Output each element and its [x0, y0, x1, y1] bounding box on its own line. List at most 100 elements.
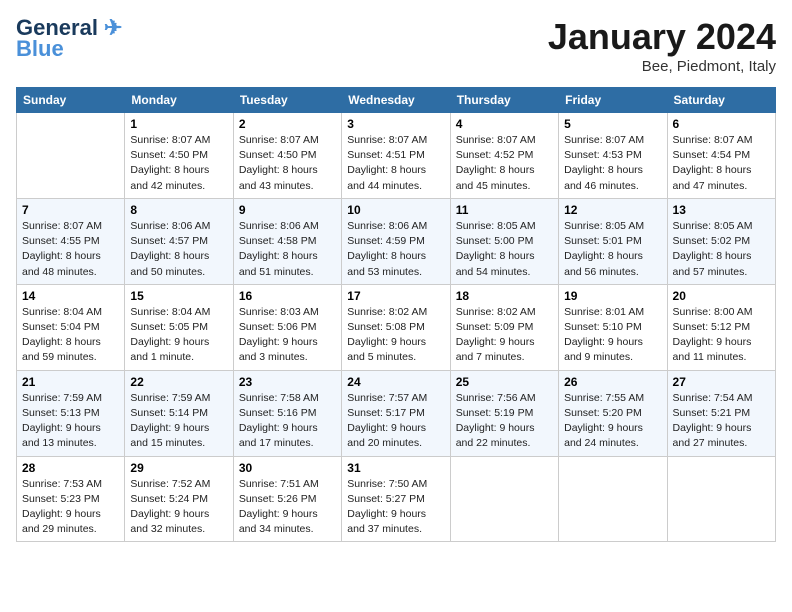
- calendar-cell: 3Sunrise: 8:07 AMSunset: 4:51 PMDaylight…: [342, 113, 450, 199]
- calendar-cell: 6 Sunrise: 8:07 AMSunset: 4:54 PMDaylight…: [667, 113, 775, 199]
- day-info: Sunrise: 8:07 AMSunset: 4:55 PMDaylight:…: [22, 219, 119, 280]
- day-number: 19: [564, 289, 661, 303]
- day-info: Sunrise: 8:07 AMSunset: 4:50 PMDaylight:…: [239, 133, 336, 194]
- day-info: Sunrise: 8:06 AMSunset: 4:57 PMDaylight:…: [130, 219, 227, 280]
- col-tuesday: Tuesday: [233, 88, 341, 113]
- calendar-cell: 22Sunrise: 7:59 AMSunset: 5:14 PMDayligh…: [125, 370, 233, 456]
- day-info: Sunrise: 8:06 AMSunset: 4:58 PMDaylight:…: [239, 219, 336, 280]
- day-info: Sunrise: 7:50 AMSunset: 5:27 PMDaylight:…: [347, 477, 444, 538]
- day-info: Sunrise: 7:57 AMSunset: 5:17 PMDaylight:…: [347, 391, 444, 452]
- calendar-cell: 1Sunrise: 8:07 AMSunset: 4:50 PMDaylight…: [125, 113, 233, 199]
- day-info: Sunrise: 7:52 AMSunset: 5:24 PMDaylight:…: [130, 477, 227, 538]
- calendar-cell: 18 Sunrise: 8:02 AMSunset: 5:09 PMDayligh…: [450, 284, 558, 370]
- calendar-cell: 12 Sunrise: 8:05 AMSunset: 5:01 PMDayligh…: [559, 198, 667, 284]
- calendar-subtitle: Bee, Piedmont, Italy: [548, 58, 776, 75]
- day-info: Sunrise: 8:03 AMSunset: 5:06 PMDaylight:…: [239, 305, 336, 366]
- day-number: 7: [22, 203, 119, 217]
- day-number: 5: [564, 117, 661, 131]
- day-info: Sunrise: 7:54 AMSunset: 5:21 PMDaylight:…: [673, 391, 770, 452]
- day-number: 2: [239, 117, 336, 131]
- day-number: 6: [673, 117, 770, 131]
- col-friday: Friday: [559, 88, 667, 113]
- day-info: Sunrise: 7:53 AMSunset: 5:23 PMDaylight:…: [22, 477, 119, 538]
- day-info: Sunrise: 8:07 AMSunset: 4:50 PMDaylight:…: [130, 133, 227, 194]
- day-info: Sunrise: 7:56 AMSunset: 5:19 PMDaylight:…: [456, 391, 553, 452]
- day-number: 16: [239, 289, 336, 303]
- day-number: 13: [673, 203, 770, 217]
- day-info: Sunrise: 8:02 AMSunset: 5:08 PMDaylight:…: [347, 305, 444, 366]
- day-number: 27: [673, 375, 770, 389]
- col-sunday: Sunday: [17, 88, 125, 113]
- day-info: Sunrise: 8:05 AMSunset: 5:01 PMDaylight:…: [564, 219, 661, 280]
- calendar-cell: 13 Sunrise: 8:05 AMSunset: 5:02 PMDayligh…: [667, 198, 775, 284]
- day-number: 12: [564, 203, 661, 217]
- day-info: Sunrise: 8:04 AMSunset: 5:04 PMDaylight:…: [22, 305, 119, 366]
- day-number: 17: [347, 289, 444, 303]
- title-area: January 2024 Bee, Piedmont, Italy: [548, 16, 776, 75]
- day-number: 10: [347, 203, 444, 217]
- day-info: Sunrise: 7:55 AMSunset: 5:20 PMDaylight:…: [564, 391, 661, 452]
- calendar-week-row: 7 Sunrise: 8:07 AMSunset: 4:55 PMDaylight…: [17, 198, 776, 284]
- day-info: Sunrise: 8:05 AMSunset: 5:02 PMDaylight:…: [673, 219, 770, 280]
- day-number: 29: [130, 461, 227, 475]
- col-thursday: Thursday: [450, 88, 558, 113]
- day-number: 28: [22, 461, 119, 475]
- calendar-cell: 30Sunrise: 7:51 AMSunset: 5:26 PMDayligh…: [233, 456, 341, 542]
- col-wednesday: Wednesday: [342, 88, 450, 113]
- day-info: Sunrise: 8:04 AMSunset: 5:05 PMDaylight:…: [130, 305, 227, 366]
- calendar-cell: 26 Sunrise: 7:55 AMSunset: 5:20 PMDayligh…: [559, 370, 667, 456]
- calendar-cell: 25Sunrise: 7:56 AMSunset: 5:19 PMDayligh…: [450, 370, 558, 456]
- day-number: 14: [22, 289, 119, 303]
- calendar-cell: 9Sunrise: 8:06 AMSunset: 4:58 PMDaylight…: [233, 198, 341, 284]
- calendar-cell: [667, 456, 775, 542]
- calendar-cell: 11Sunrise: 8:05 AMSunset: 5:00 PMDayligh…: [450, 198, 558, 284]
- calendar-cell: [559, 456, 667, 542]
- calendar-cell: 5 Sunrise: 8:07 AMSunset: 4:53 PMDaylight…: [559, 113, 667, 199]
- calendar-cell: 14 Sunrise: 8:04 AMSunset: 5:04 PMDayligh…: [17, 284, 125, 370]
- day-number: 31: [347, 461, 444, 475]
- calendar-cell: 23Sunrise: 7:58 AMSunset: 5:16 PMDayligh…: [233, 370, 341, 456]
- calendar-cell: 27 Sunrise: 7:54 AMSunset: 5:21 PMDayligh…: [667, 370, 775, 456]
- calendar-cell: 31 Sunrise: 7:50 AMSunset: 5:27 PMDayligh…: [342, 456, 450, 542]
- logo-bird-icon: ✈: [98, 15, 123, 40]
- calendar-cell: 4 Sunrise: 8:07 AMSunset: 4:52 PMDaylight…: [450, 113, 558, 199]
- calendar-cell: 21Sunrise: 7:59 AMSunset: 5:13 PMDayligh…: [17, 370, 125, 456]
- day-number: 26: [564, 375, 661, 389]
- day-info: Sunrise: 7:59 AMSunset: 5:13 PMDaylight:…: [22, 391, 119, 452]
- calendar-cell: 28 Sunrise: 7:53 AMSunset: 5:23 PMDayligh…: [17, 456, 125, 542]
- logo: General ✈ Blue: [16, 16, 122, 62]
- day-number: 11: [456, 203, 553, 217]
- day-info: Sunrise: 7:58 AMSunset: 5:16 PMDaylight:…: [239, 391, 336, 452]
- calendar-cell: 10 Sunrise: 8:06 AMSunset: 4:59 PMDayligh…: [342, 198, 450, 284]
- day-info: Sunrise: 8:07 AMSunset: 4:54 PMDaylight:…: [673, 133, 770, 194]
- calendar-week-row: 21Sunrise: 7:59 AMSunset: 5:13 PMDayligh…: [17, 370, 776, 456]
- calendar-week-row: 14 Sunrise: 8:04 AMSunset: 5:04 PMDayligh…: [17, 284, 776, 370]
- calendar-header-row: Sunday Monday Tuesday Wednesday Thursday…: [17, 88, 776, 113]
- col-saturday: Saturday: [667, 88, 775, 113]
- day-number: 20: [673, 289, 770, 303]
- day-number: 18: [456, 289, 553, 303]
- day-info: Sunrise: 8:07 AMSunset: 4:52 PMDaylight:…: [456, 133, 553, 194]
- day-info: Sunrise: 8:07 AMSunset: 4:53 PMDaylight:…: [564, 133, 661, 194]
- calendar-cell: 2 Sunrise: 8:07 AMSunset: 4:50 PMDaylight…: [233, 113, 341, 199]
- calendar-cell: [17, 113, 125, 199]
- calendar-cell: 19Sunrise: 8:01 AMSunset: 5:10 PMDayligh…: [559, 284, 667, 370]
- day-number: 24: [347, 375, 444, 389]
- day-info: Sunrise: 7:51 AMSunset: 5:26 PMDaylight:…: [239, 477, 336, 538]
- day-number: 22: [130, 375, 227, 389]
- calendar-week-row: 28 Sunrise: 7:53 AMSunset: 5:23 PMDayligh…: [17, 456, 776, 542]
- calendar-cell: 17 Sunrise: 8:02 AMSunset: 5:08 PMDayligh…: [342, 284, 450, 370]
- day-info: Sunrise: 8:07 AMSunset: 4:51 PMDaylight:…: [347, 133, 444, 194]
- calendar-cell: 29 Sunrise: 7:52 AMSunset: 5:24 PMDayligh…: [125, 456, 233, 542]
- day-info: Sunrise: 8:02 AMSunset: 5:09 PMDaylight:…: [456, 305, 553, 366]
- page-container: General ✈ Blue January 2024 Bee, Piedmon…: [0, 0, 792, 550]
- day-number: 15: [130, 289, 227, 303]
- day-number: 8: [130, 203, 227, 217]
- day-info: Sunrise: 8:06 AMSunset: 4:59 PMDaylight:…: [347, 219, 444, 280]
- calendar-week-row: 1Sunrise: 8:07 AMSunset: 4:50 PMDaylight…: [17, 113, 776, 199]
- calendar-table: Sunday Monday Tuesday Wednesday Thursday…: [16, 87, 776, 542]
- logo-blue: Blue: [16, 36, 64, 62]
- col-monday: Monday: [125, 88, 233, 113]
- day-number: 4: [456, 117, 553, 131]
- calendar-cell: 16 Sunrise: 8:03 AMSunset: 5:06 PMDayligh…: [233, 284, 341, 370]
